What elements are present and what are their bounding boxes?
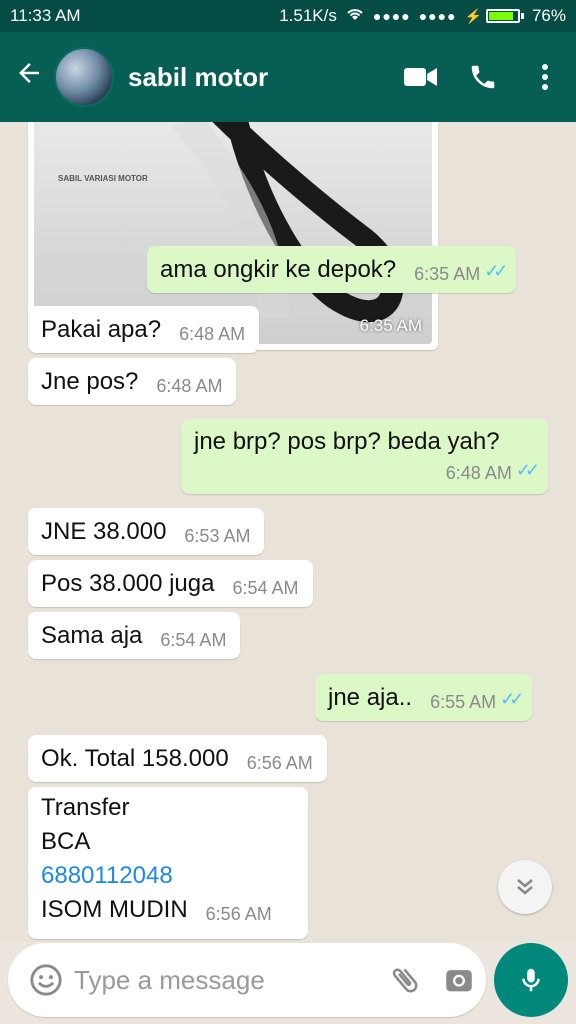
message-time: 6:48 AM [179,324,246,344]
more-vert-icon[interactable] [514,62,576,92]
message-time: 6:56 AM [246,753,313,773]
message-text: Pos 38.000 juga [41,570,215,597]
avatar[interactable] [54,47,114,107]
message-time: 6:48 AM [156,376,223,396]
message-incoming[interactable]: Ok. Total 158.000 6:56 AM [28,735,327,782]
message-incoming[interactable]: JNE 38.000 6:53 AM [28,508,265,555]
message-time: 6:35 AM [359,316,422,335]
message-text: Jne pos? [41,368,139,395]
message-text: Ok. Total 158.000 [41,745,229,772]
message-line: BCA [41,828,91,855]
battery-icon: ⚡ [465,8,524,25]
contact-name[interactable]: sabil motor [128,62,390,93]
signal-strength-1: ●●●● [372,8,411,24]
message-incoming[interactable]: Transfer BCA 6880112048 ISOM MUDIN 6:56 A… [28,787,308,939]
image-watermark: SABIL VARIASI MOTOR [58,174,148,183]
chat-header: sabil motor [0,32,576,122]
status-time: 11:33 AM [10,6,81,25]
message-time: 6:54 AM [232,578,299,598]
video-call-icon[interactable] [390,64,452,90]
message-incoming[interactable]: Jne pos? 6:48 AM [28,358,237,405]
chevron-double-down-icon[interactable] [498,860,552,914]
message-input[interactable]: Type a message [74,965,378,996]
status-right: 1.51K/s ●●●● ●●●● ⚡ 76% [279,6,566,27]
camera-icon[interactable] [432,963,486,997]
message-time: 6:55 AM [430,692,497,712]
message-outgoing[interactable]: jne aja.. 6:55 AM ✓✓ [315,674,533,721]
battery-percent: 76% [531,6,566,25]
mic-icon[interactable] [494,943,568,1017]
paperclip-icon[interactable] [378,963,432,997]
double-check-icon: ✓✓ [484,261,508,281]
network-speed: 1.51K/s [279,6,337,25]
message-time: 6:35 AM [414,264,481,284]
message-outgoing[interactable]: ama ongkir ke depok? 6:35 AM ✓✓ [147,246,517,293]
message-outgoing[interactable]: jne brp? pos brp? beda yah? 6:48 AM ✓✓ [181,419,548,494]
message-time: 6:54 AM [160,630,227,650]
status-bar: 11:33 AM 1.51K/s ●●●● ●●●● ⚡ 76% [0,0,576,32]
message-line: ISOM MUDIN [41,896,188,923]
double-check-icon: ✓✓ [500,689,524,709]
message-time: 6:48 AM [445,463,512,483]
wifi-icon [345,6,365,27]
double-check-icon: ✓✓ [515,460,540,480]
phone-number-link[interactable]: 6880112048 [41,859,294,893]
message-line-last: ISOM MUDIN 6:56 AM [41,893,294,931]
message-input-bar: Type a message [8,943,486,1017]
message-text: Pakai apa? [41,316,162,343]
emoji-icon[interactable] [18,963,74,997]
chat-area[interactable]: SABIL VARIASI MOTOR 6:35 AM ama ongkir k… [0,122,576,942]
message-time: 6:53 AM [184,526,251,546]
message-text: jne aja.. [328,684,413,711]
message-time: 6:56 AM [205,904,272,924]
signal-strength-2: ●●●● [418,8,457,24]
message-text: ama ongkir ke depok? [160,256,397,283]
message-text: jne brp? pos brp? beda yah? [194,428,500,455]
arrow-left-icon[interactable] [4,58,54,96]
message-incoming[interactable]: Pakai apa? 6:48 AM [28,306,260,353]
phone-icon[interactable] [452,62,514,92]
message-incoming[interactable]: Sama aja 6:54 AM [28,612,241,659]
message-text: JNE 38.000 [41,518,167,545]
message-text: Sama aja [41,622,143,649]
message-incoming[interactable]: Pos 38.000 juga 6:54 AM [28,560,313,607]
message-line: Transfer [41,794,130,821]
